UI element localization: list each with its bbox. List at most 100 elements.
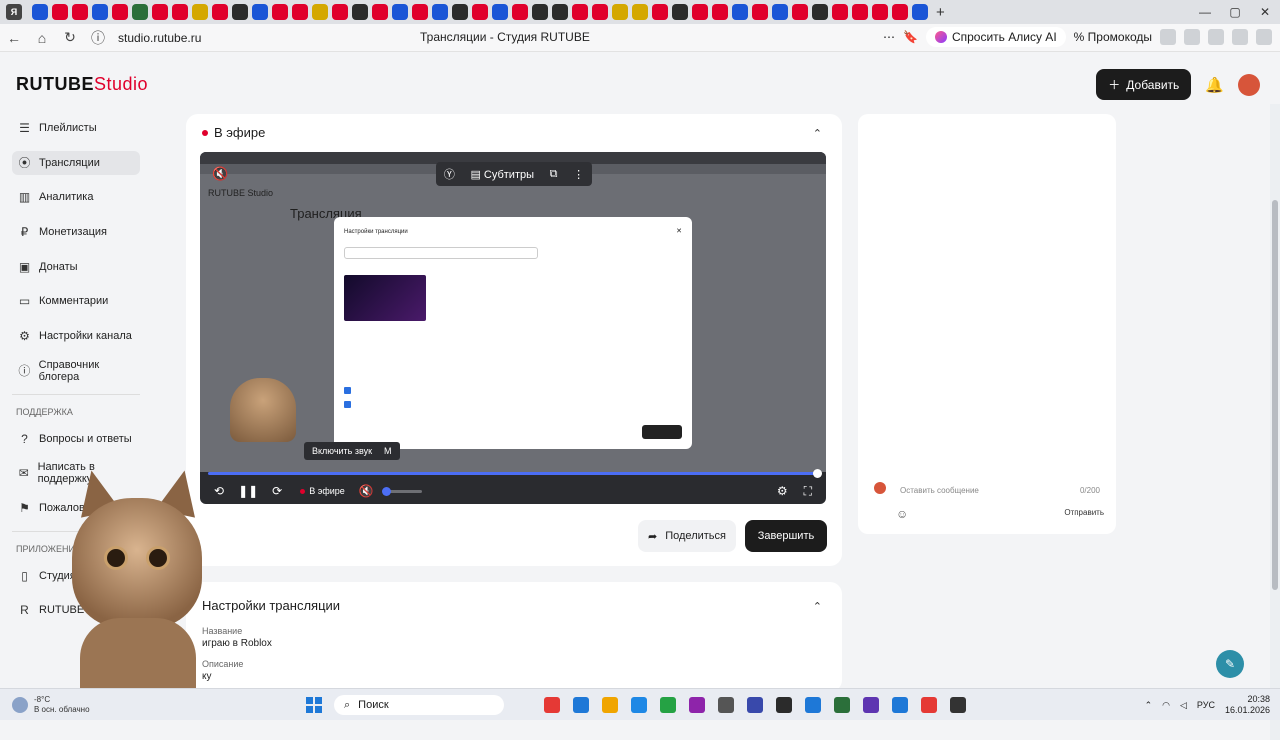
reload-icon[interactable]: ↻ bbox=[56, 29, 84, 46]
browser-tab-icon[interactable] bbox=[552, 4, 568, 20]
taskbar-app-icon[interactable] bbox=[805, 697, 821, 713]
browser-tab-icon[interactable] bbox=[352, 4, 368, 20]
taskbar-app-icon[interactable] bbox=[718, 697, 734, 713]
taskbar-app-icon[interactable] bbox=[631, 697, 647, 713]
browser-tab-icon[interactable] bbox=[112, 4, 128, 20]
speaker-icon[interactable]: ◁ bbox=[1180, 700, 1187, 711]
sidebar-item-analytics[interactable]: ▥ Аналитика bbox=[12, 185, 140, 209]
home-icon[interactable]: ⌂ bbox=[28, 30, 56, 46]
download-icon[interactable] bbox=[1256, 29, 1272, 45]
share-button[interactable]: ➦ Поделиться bbox=[638, 520, 736, 552]
tray-up-icon[interactable]: ⌃ bbox=[1145, 700, 1153, 711]
sidebar-item-comments[interactable]: ▭ Комментарии bbox=[12, 289, 140, 313]
taskbar-app-icon[interactable] bbox=[892, 697, 908, 713]
taskbar-app-icon[interactable] bbox=[834, 697, 850, 713]
forward-icon[interactable]: ⟳ bbox=[272, 484, 282, 498]
weather-widget[interactable]: -8°C В осн. облачно bbox=[12, 695, 90, 715]
start-icon[interactable] bbox=[306, 697, 322, 713]
browser-tab-icon[interactable] bbox=[192, 4, 208, 20]
browser-tab-icon[interactable] bbox=[612, 4, 628, 20]
subtitles-button[interactable]: ▤ Субтитры bbox=[470, 168, 534, 181]
mute-icon[interactable]: 🔇 bbox=[212, 166, 228, 182]
close-window-icon[interactable]: ✕ bbox=[1250, 0, 1280, 24]
browser-tab-icon[interactable] bbox=[692, 4, 708, 20]
extension-icon[interactable] bbox=[1208, 29, 1224, 45]
browser-tab-icon[interactable] bbox=[772, 4, 788, 20]
promo-button[interactable]: % Промокоды bbox=[1074, 30, 1152, 44]
extension-icon[interactable] bbox=[1184, 29, 1200, 45]
support-chat-icon[interactable]: ✎ bbox=[1216, 650, 1244, 678]
browser-tab-icon[interactable] bbox=[452, 4, 468, 20]
browser-tab-icon[interactable] bbox=[712, 4, 728, 20]
pause-icon[interactable]: ❚❚ bbox=[238, 484, 258, 498]
back-icon[interactable]: ← bbox=[0, 30, 28, 46]
send-button[interactable]: Отправить bbox=[1064, 508, 1104, 517]
browser-tab-icon[interactable] bbox=[152, 4, 168, 20]
browser-tab-icon[interactable] bbox=[392, 4, 408, 20]
emoji-icon[interactable]: ☺ bbox=[896, 507, 908, 521]
browser-tab-icon[interactable] bbox=[852, 4, 868, 20]
new-tab-icon[interactable]: + bbox=[936, 4, 945, 21]
y-icon[interactable]: Ⓨ bbox=[444, 166, 455, 182]
browser-tab-icon[interactable] bbox=[652, 4, 668, 20]
browser-tab-icon[interactable] bbox=[472, 4, 488, 20]
studio-logo[interactable]: RUTUBEStudio bbox=[16, 74, 148, 95]
chevron-up-icon[interactable]: ⌃ bbox=[813, 127, 822, 140]
browser-tab-icon[interactable] bbox=[72, 4, 88, 20]
browser-tab-icon[interactable] bbox=[892, 4, 908, 20]
sidebar-item-playlists[interactable]: ☰ Плейлисты bbox=[12, 116, 140, 140]
taskbar-app-icon[interactable] bbox=[776, 697, 792, 713]
browser-tab-icon[interactable] bbox=[672, 4, 688, 20]
settings-icon[interactable]: ⚙ bbox=[777, 484, 788, 499]
taskbar-app-icon[interactable] bbox=[602, 697, 618, 713]
browser-tab-icon[interactable] bbox=[292, 4, 308, 20]
bookmark-icon[interactable]: 🔖 bbox=[903, 30, 918, 44]
browser-tab-icon[interactable] bbox=[372, 4, 388, 20]
browser-tab-icon[interactable] bbox=[592, 4, 608, 20]
browser-tab-icon[interactable] bbox=[232, 4, 248, 20]
browser-tab-icon[interactable] bbox=[432, 4, 448, 20]
taskbar-app-icon[interactable] bbox=[544, 697, 560, 713]
volume-knob[interactable] bbox=[381, 486, 391, 496]
browser-tab-icon[interactable] bbox=[332, 4, 348, 20]
browser-tab-icon[interactable] bbox=[272, 4, 288, 20]
extension-icon[interactable] bbox=[1232, 29, 1248, 45]
browser-tab-icon[interactable] bbox=[512, 4, 528, 20]
sidebar-item-streams[interactable]: ⦿ Трансляции bbox=[12, 150, 140, 175]
sidebar-item-channel-settings[interactable]: ⚙ Настройки канала bbox=[12, 324, 140, 348]
browser-tab-icon[interactable] bbox=[572, 4, 588, 20]
page-scrollbar[interactable] bbox=[1270, 104, 1280, 740]
sidebar-item-blogger-guide[interactable]: ⓘ Справочник блогера bbox=[12, 359, 140, 383]
url-field[interactable]: studio.rutube.ru bbox=[118, 31, 201, 45]
browser-tab-icon[interactable] bbox=[412, 4, 428, 20]
video-player[interactable]: RUTUBE Studio Трансляция Настройки транс… bbox=[200, 152, 826, 504]
sidebar-item-monetization[interactable]: ₽ Монетизация bbox=[12, 220, 140, 244]
progress-bar[interactable] bbox=[208, 469, 822, 478]
browser-logo-icon[interactable]: Я bbox=[6, 4, 22, 20]
browser-tab-icon[interactable] bbox=[92, 4, 108, 20]
browser-tab-icon[interactable] bbox=[312, 4, 328, 20]
language-indicator[interactable]: РУС bbox=[1197, 700, 1215, 710]
alice-button[interactable]: Спросить Алису AI bbox=[925, 27, 1066, 47]
browser-tab-icon[interactable] bbox=[32, 4, 48, 20]
sidebar-item-faq[interactable]: ? Вопросы и ответы bbox=[12, 427, 140, 451]
taskbar-app-icon[interactable] bbox=[863, 697, 879, 713]
browser-tab-icon[interactable] bbox=[752, 4, 768, 20]
browser-tab-icon[interactable] bbox=[912, 4, 928, 20]
browser-tab-icon[interactable] bbox=[532, 4, 548, 20]
end-stream-button[interactable]: Завершить bbox=[745, 520, 827, 552]
avatar[interactable] bbox=[1238, 73, 1260, 96]
minimize-icon[interactable]: — bbox=[1190, 0, 1220, 24]
chevron-up-icon[interactable]: ⌃ bbox=[813, 600, 822, 613]
browser-tab-icon[interactable] bbox=[792, 4, 808, 20]
taskbar-app-icon[interactable] bbox=[573, 697, 589, 713]
add-button[interactable]: ＋ Добавить bbox=[1096, 69, 1192, 100]
browser-tab-icon[interactable] bbox=[172, 4, 188, 20]
more-icon[interactable]: ⋯ bbox=[883, 30, 895, 44]
browser-tab-icon[interactable] bbox=[732, 4, 748, 20]
menu-dots-icon[interactable]: ⋮ bbox=[573, 168, 584, 181]
live-badge[interactable]: В эфире bbox=[300, 486, 345, 496]
scrollbar-thumb[interactable] bbox=[1272, 200, 1278, 590]
taskbar-search[interactable]: ⌕ Поиск bbox=[334, 695, 504, 715]
taskbar-app-icon[interactable] bbox=[747, 697, 763, 713]
